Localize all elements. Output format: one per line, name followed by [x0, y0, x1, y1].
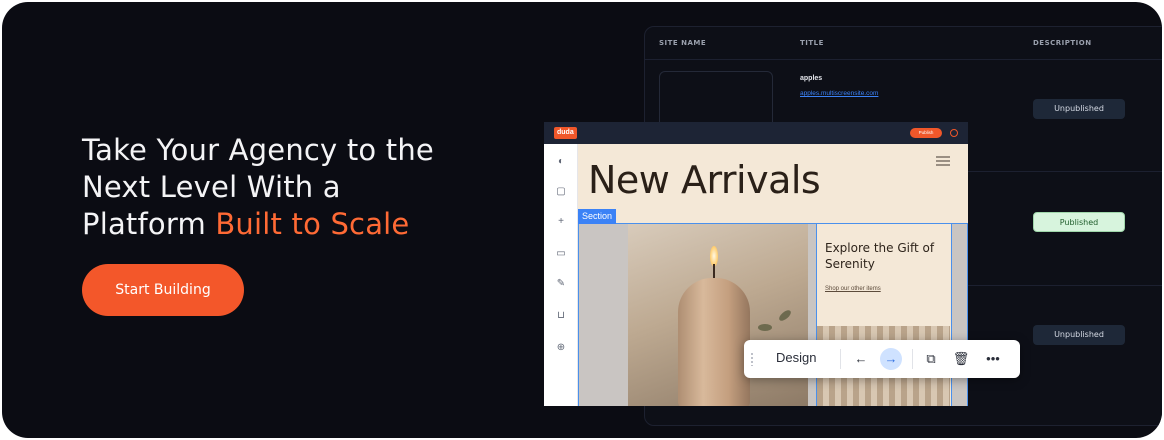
delete-icon[interactable]: 🗑: [950, 348, 972, 370]
folder-icon[interactable]: ▭: [555, 248, 567, 260]
element-toolbar: Design ← → ⧉ 🗑 •••: [744, 340, 1020, 378]
status-badge: Unpublished: [1033, 325, 1125, 345]
row-divider: [645, 59, 1162, 60]
site-url-link[interactable]: apples.multiscreensite.com: [800, 90, 878, 97]
section-selection-outline: [578, 223, 968, 406]
toolbar-divider: [912, 349, 913, 369]
arrow-left-icon[interactable]: ←: [850, 348, 872, 370]
editor-topbar: duda Publish: [544, 122, 968, 144]
duplicate-icon[interactable]: ⧉: [920, 348, 942, 370]
page-title[interactable]: New Arrivals: [588, 158, 821, 202]
column-header-title: TITLE: [800, 39, 824, 47]
headline-accent: Built to Scale: [215, 207, 410, 241]
toolbar-divider: [840, 349, 841, 369]
globe-icon[interactable]: ⊕: [555, 342, 567, 354]
column-header-site-name: SITE NAME: [659, 39, 707, 47]
palette-icon[interactable]: ◐: [555, 156, 567, 168]
site-name: apples: [800, 75, 823, 82]
promo-banner: Take Your Agency to the Next Level With …: [2, 2, 1162, 438]
cart-icon[interactable]: ⊔: [555, 310, 567, 322]
duda-logo: duda: [554, 127, 577, 139]
page-icon[interactable]: ▢: [555, 186, 567, 198]
plus-icon[interactable]: +: [555, 216, 567, 228]
more-options-icon[interactable]: •••: [982, 348, 1004, 370]
brush-icon[interactable]: ✎: [555, 278, 567, 290]
design-button[interactable]: Design: [776, 350, 816, 365]
status-badge: Unpublished: [1033, 99, 1125, 119]
hamburger-menu-icon[interactable]: [936, 156, 950, 166]
help-icon[interactable]: [950, 129, 958, 137]
headline-line-1: Take Your Agency to the: [82, 133, 434, 167]
status-badge: Published: [1033, 212, 1125, 232]
headline-line-3: Platform: [82, 207, 216, 241]
start-building-button[interactable]: Start Building: [82, 264, 244, 316]
drag-handle-icon[interactable]: [750, 352, 754, 366]
headline-line-2: Next Level With a: [82, 170, 341, 204]
publish-button[interactable]: Publish: [910, 128, 942, 138]
hero-headline: Take Your Agency to the Next Level With …: [82, 132, 522, 243]
arrow-right-icon[interactable]: →: [880, 348, 902, 370]
column-header-description: DESCRIPTION: [1033, 39, 1092, 47]
editor-sidebar: ◐ ▢ + ▭ ✎ ⊔ ⊕: [544, 144, 578, 406]
section-label[interactable]: Section: [578, 209, 617, 224]
